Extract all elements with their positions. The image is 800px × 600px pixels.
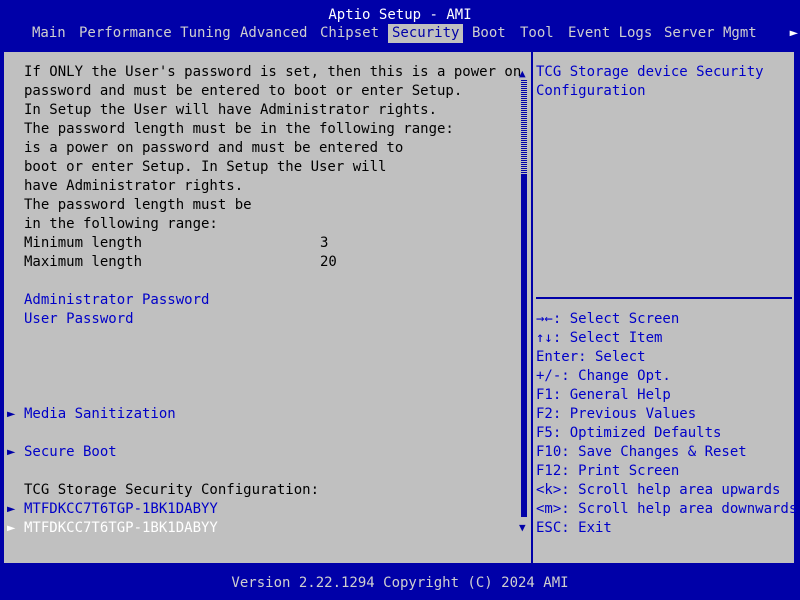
- tab-more-arrow-icon[interactable]: ►: [790, 24, 798, 43]
- media-sanitization-item[interactable]: Media Sanitization: [24, 405, 176, 424]
- description-line: in the following range:: [24, 216, 218, 232]
- description-line: In Setup the User will have Administrato…: [24, 102, 438, 118]
- key-help-line: ↑↓: Select Item: [536, 330, 663, 346]
- key-help-line: <k>: Scroll help area upwards: [536, 482, 781, 498]
- key-help-line: F1: General Help: [536, 387, 671, 403]
- tab-main[interactable]: Main: [28, 24, 70, 43]
- description-line: The password length must be in the follo…: [24, 121, 454, 137]
- version-footer: Version 2.22.1294 Copyright (C) 2024 AMI: [231, 575, 569, 591]
- max-length-value: 20: [320, 254, 337, 270]
- description-line: password and must be entered to boot or …: [24, 83, 463, 99]
- scrollbar-track[interactable]: [521, 80, 527, 175]
- item-help-text: Configuration: [536, 83, 646, 99]
- tab-tool[interactable]: Tool: [516, 24, 558, 43]
- user-password-item[interactable]: User Password: [24, 310, 134, 329]
- submenu-arrow-icon: ►: [7, 501, 16, 517]
- min-length-label: Minimum length: [24, 235, 143, 251]
- tab-security[interactable]: Security: [388, 24, 464, 43]
- tab-bar: Main Performance Tuning Advanced Chipset…: [0, 24, 800, 43]
- tab-boot[interactable]: Boot: [468, 24, 510, 43]
- key-help-line: F12: Print Screen: [536, 463, 680, 479]
- tab-server-mgmt[interactable]: Server Mgmt: [660, 24, 761, 43]
- scrollbar-thumb[interactable]: [521, 175, 527, 517]
- key-help-line: +/-: Change Opt.: [536, 368, 671, 384]
- drive-item[interactable]: MTFDKCC7T6TGP-1BK1DABYY: [24, 500, 218, 519]
- settings-area: If ONLY the User's password is set, then…: [4, 52, 522, 563]
- secure-boot-item[interactable]: Secure Boot: [24, 443, 117, 462]
- help-separator: [536, 297, 792, 299]
- drive-item-selected[interactable]: MTFDKCC7T6TGP-1BK1DABYY: [24, 519, 218, 538]
- submenu-arrow-icon: ►: [7, 520, 16, 536]
- min-length-value: 3: [320, 235, 329, 251]
- description-line: boot or enter Setup. In Setup the User w…: [24, 159, 387, 175]
- panel-divider: [531, 52, 533, 563]
- scroll-down-icon[interactable]: ▼: [519, 518, 526, 537]
- tab-chipset[interactable]: Chipset: [316, 24, 383, 43]
- item-help-text: TCG Storage device Security: [536, 64, 764, 80]
- description-line: If ONLY the User's password is set, then…: [24, 64, 522, 80]
- administrator-password-item[interactable]: Administrator Password: [24, 291, 209, 310]
- tab-event-logs[interactable]: Event Logs: [564, 24, 656, 43]
- max-length-label: Maximum length: [24, 254, 143, 270]
- key-help-line: →←: Select Screen: [536, 311, 680, 327]
- key-help-line: ESC: Exit: [536, 520, 612, 536]
- key-help-line: F2: Previous Values: [536, 406, 697, 422]
- key-help-line: Enter: Select: [536, 349, 646, 365]
- description-line: have Administrator rights.: [24, 178, 244, 194]
- description-line: is a power on password and must be enter…: [24, 140, 404, 156]
- key-help-line: <m>: Scroll help area downwards: [536, 501, 798, 517]
- key-help-line: F10: Save Changes & Reset: [536, 444, 747, 460]
- main-panel: If ONLY the User's password is set, then…: [4, 52, 798, 563]
- tab-advanced[interactable]: Advanced: [236, 24, 311, 43]
- key-help-line: F5: Optimized Defaults: [536, 425, 722, 441]
- tcg-storage-header: TCG Storage Security Configuration:: [24, 482, 320, 498]
- submenu-arrow-icon: ►: [7, 406, 16, 422]
- window-title: Aptio Setup - AMI: [328, 7, 472, 23]
- description-line: The password length must be: [24, 197, 252, 213]
- tab-performance-tuning[interactable]: Performance Tuning: [75, 24, 235, 43]
- submenu-arrow-icon: ►: [7, 444, 16, 460]
